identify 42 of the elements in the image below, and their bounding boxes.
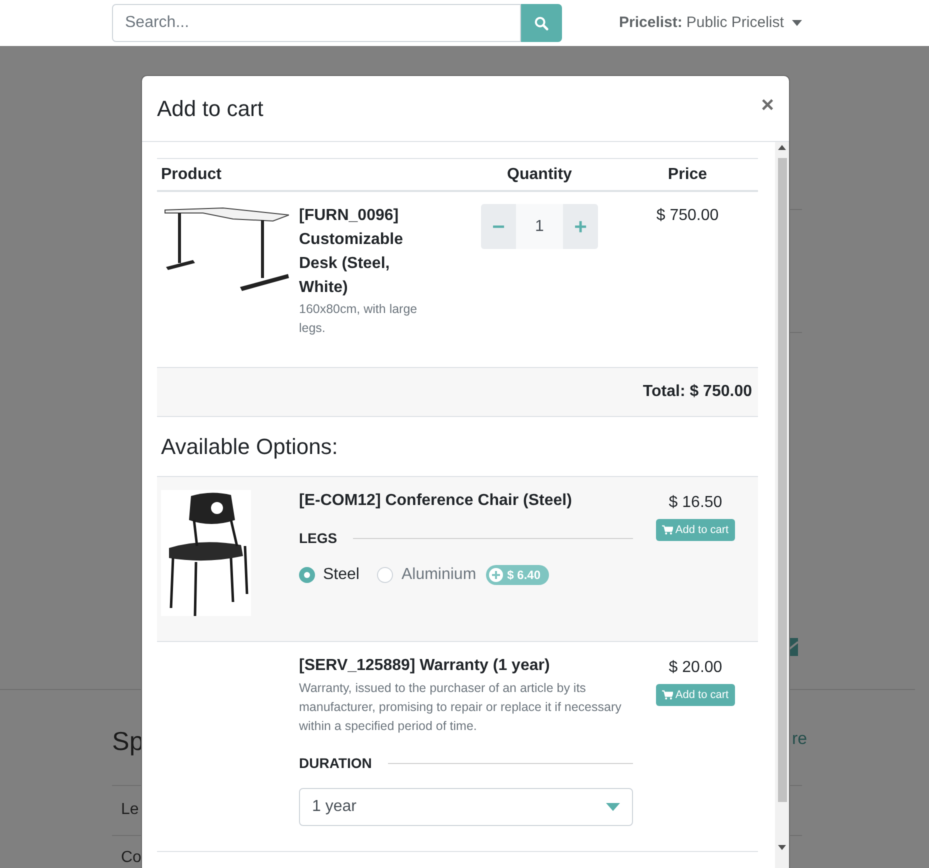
plus-icon (489, 568, 504, 582)
cart-icon (662, 690, 674, 700)
text-fragment: Le (121, 802, 139, 818)
price-text: $ 750.00 (656, 206, 719, 226)
search-icon (534, 16, 549, 30)
link-fragment[interactable]: re (792, 726, 808, 752)
total-text: Total: $ 750.00 (642, 382, 752, 402)
price-text: $ 16.50 (668, 493, 722, 513)
attribute-label: DURATION (299, 754, 372, 773)
duration-select[interactable]: 1 year (299, 788, 633, 826)
add-to-cart-button[interactable]: Add to cart (656, 684, 735, 706)
text-fragment: Co (121, 850, 142, 866)
option-description: Warranty, issued to the purchaser of an article by its manufacturer, promising to repair or replace it if necessary within a specified period of time. (299, 680, 622, 735)
radio-button[interactable] (299, 567, 315, 583)
search-field[interactable]: Search... (112, 4, 521, 42)
option-name: [SERV_125889] Warranty (1 year) (299, 656, 551, 676)
column-header: Product (160, 164, 222, 184)
option-label: Steel (323, 565, 360, 585)
cart-icon (662, 525, 674, 535)
column-header: Price (666, 164, 708, 184)
quantity-field[interactable]: 1 (516, 204, 563, 249)
product-description: 160x80cm, with large legs. (299, 301, 418, 337)
search-button[interactable] (521, 4, 562, 42)
attribute-label: LEGS (299, 529, 338, 548)
radio-button[interactable] (377, 567, 394, 583)
price-text: $ 20.00 (668, 658, 722, 678)
pricelist-dropdown[interactable]: Pricelist: Public Pricelist (619, 12, 802, 34)
extra-price-badge: $ 6.40 (486, 565, 549, 585)
close-button[interactable]: × (761, 88, 774, 121)
product-name: [FURN_0096] Customizable Desk (Steel, White) (299, 206, 404, 298)
caret-icon (606, 803, 620, 811)
minus-button[interactable]: − (481, 204, 516, 249)
plus-button[interactable]: + (563, 204, 598, 249)
scroll-down-icon[interactable] (778, 845, 786, 850)
option-label: Aluminium (401, 565, 476, 585)
column-header: Quantity (506, 164, 573, 184)
dialog-title: Add to cart (157, 95, 264, 123)
caret-icon (792, 20, 802, 26)
scrollbar[interactable] (775, 142, 789, 868)
option-name: [E-COM12] Conference Chair (Steel) (299, 491, 573, 511)
scroll-up-icon[interactable] (778, 145, 786, 150)
add-to-cart-button[interactable]: Add to cart (656, 519, 735, 541)
